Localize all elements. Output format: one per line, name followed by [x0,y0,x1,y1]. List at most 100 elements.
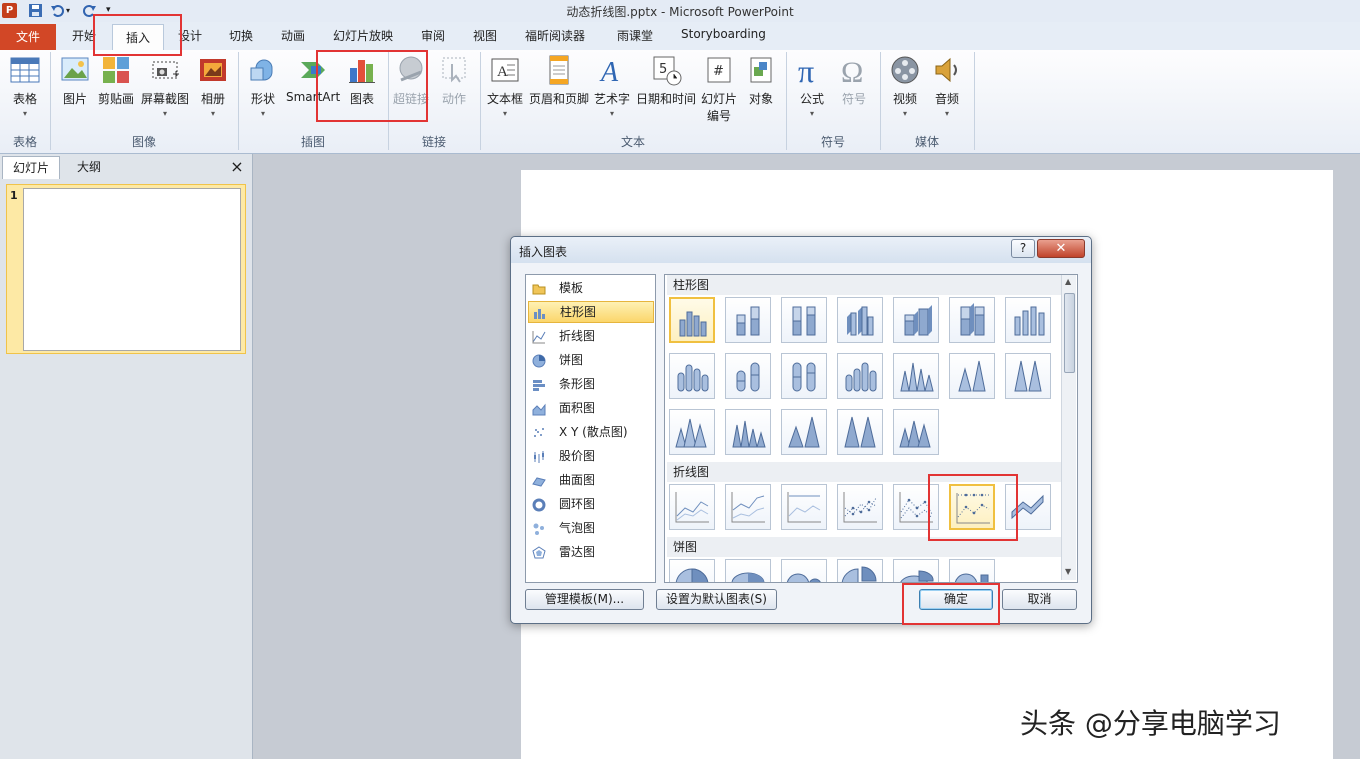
chart-type-line-with-markers[interactable] [837,484,883,530]
category-label: 面积图 [559,401,596,415]
chart-type-stacked-cone[interactable] [949,353,995,399]
category-surface[interactable]: 曲面图 [528,469,652,491]
symbol-button[interactable]: Ω 符号 [838,54,870,107]
textbox-button[interactable]: A 文本框 ▾ [486,54,524,118]
scatter-chart-icon [532,425,546,439]
textbox-label: 文本框 [486,92,523,106]
chart-type-stacked-column[interactable] [725,297,771,343]
chart-type-line[interactable] [669,484,715,530]
section-header-column: 柱形图 [667,275,1061,295]
chart-type-100-stacked-cone[interactable] [1005,353,1051,399]
object-button[interactable]: 对象 [744,54,778,107]
chart-type-100-stacked-column[interactable] [781,297,827,343]
chart-type-clustered-column[interactable] [669,297,715,343]
ribbon-tabs: 文件 开始 插入 设计 切换 动画 幻灯片放映 审阅 视图 福昕阅读器 雨课堂 … [0,22,1360,51]
tab-view[interactable]: 视图 [473,27,497,44]
chart-type-pie[interactable] [669,559,715,582]
chart-type-3d-column[interactable] [1005,297,1051,343]
category-stock[interactable]: 股价图 [528,445,652,467]
chart-type-stacked-pyramid[interactable] [781,409,827,455]
slide-number-button[interactable]: # 幻灯片 编号 [700,54,738,124]
chart-type-3d-exploded-pie[interactable] [893,559,939,582]
category-area[interactable]: 面积图 [528,397,652,419]
video-button[interactable]: 视频 ▾ [888,54,922,118]
tab-outline[interactable]: 大纲 [60,156,118,178]
slide-number-label: 幻灯片 [700,92,737,106]
scroll-up-icon[interactable]: ▲ [1065,277,1071,286]
category-radar[interactable]: 雷达图 [528,541,652,563]
audio-button[interactable]: 音频 ▾ [930,54,964,118]
pi-icon: π [796,53,828,89]
chart-type-100-stacked-cylinder[interactable] [781,353,827,399]
tab-rain-classroom[interactable]: 雨课堂 [617,27,653,44]
tab-animations[interactable]: 动画 [281,27,305,44]
close-panel-icon[interactable]: × [226,156,248,178]
chart-type-100-stacked-pyramid[interactable] [837,409,883,455]
chart-type-3d-pie[interactable] [725,559,771,582]
screenshot-icon [149,54,181,86]
category-label: 模板 [559,281,584,295]
cancel-button[interactable]: 取消 [1002,589,1077,610]
manage-templates-button[interactable]: 管理模板(M)... [525,589,644,610]
picture-button[interactable]: 图片 [58,54,92,107]
slide-number: 1 [10,189,18,202]
chart-type-exploded-pie[interactable] [837,559,883,582]
chart-type-3d-clustered-column[interactable] [837,297,883,343]
equation-button[interactable]: π 公式 ▾ [796,53,828,118]
action-button[interactable]: 动作 [438,54,470,107]
chart-type-3d-pyramid[interactable] [893,409,939,455]
chart-type-stacked-cylinder[interactable] [725,353,771,399]
tab-review[interactable]: 审阅 [421,27,445,44]
tab-file[interactable]: 文件 [0,24,56,50]
svg-text:Ω: Ω [841,56,863,86]
scroll-down-icon[interactable]: ▼ [1065,567,1071,576]
tab-slides[interactable]: 幻灯片 [2,156,60,179]
category-bar[interactable]: 条形图 [528,373,652,395]
shapes-button[interactable]: 形状 ▾ [246,54,280,118]
svg-text:#: # [713,64,724,79]
chevron-down-icon: ▾ [162,109,167,118]
scrollbar-thumb[interactable] [1064,293,1075,373]
chart-type-bar-of-pie[interactable] [949,559,995,582]
header-footer-button[interactable]: 页眉和页脚 [528,54,590,107]
category-line[interactable]: 折线图 [528,325,652,347]
tab-storyboarding[interactable]: Storyboarding [681,27,766,41]
tab-transitions[interactable]: 切换 [229,27,253,44]
category-column[interactable]: 柱形图 [528,301,654,323]
category-pie[interactable]: 饼图 [528,349,652,371]
chart-type-3d-cylinder[interactable] [837,353,883,399]
chart-type-100-stacked-line[interactable] [781,484,827,530]
date-time-button[interactable]: 5 日期和时间 [636,54,696,107]
clipart-button[interactable]: 剪贴画 [96,54,136,107]
wordart-button[interactable]: A 艺术字 ▾ [594,54,630,118]
category-bubble[interactable]: 气泡图 [528,517,652,539]
group-label-media: 媒体 [914,135,939,149]
chart-type-3d-cone[interactable] [669,409,715,455]
header-footer-icon [543,54,575,86]
category-scatter[interactable]: X Y (散点图) [528,421,652,443]
dialog-close-button[interactable]: ✕ [1037,239,1085,258]
slide-thumbnail[interactable]: 1 [6,184,246,354]
category-templates[interactable]: 模板 [528,277,652,299]
set-default-chart-button[interactable]: 设置为默认图表(S) [656,589,777,610]
gallery-scrollbar[interactable]: ▲ ▼ [1061,275,1076,580]
chart-type-3d-100-stacked-column[interactable] [949,297,995,343]
chart-type-clustered-pyramid[interactable] [725,409,771,455]
tab-slideshow[interactable]: 幻灯片放映 [333,27,393,44]
category-doughnut[interactable]: 圆环图 [528,493,652,515]
help-button[interactable]: ? [1011,239,1035,258]
photo-album-button[interactable]: 相册 ▾ [196,54,230,118]
chart-type-clustered-cone[interactable] [893,353,939,399]
clipart-label: 剪贴画 [97,92,134,106]
speaker-icon [931,54,963,86]
chart-type-clustered-cylinder[interactable] [669,353,715,399]
chart-type-3d-stacked-column[interactable] [893,297,939,343]
tab-foxit[interactable]: 福昕阅读器 [525,27,585,44]
screenshot-button[interactable]: 屏幕截图 ▾ [140,54,190,118]
chart-type-pie-of-pie[interactable] [781,559,827,582]
chart-type-stacked-line[interactable] [725,484,771,530]
object-icon [745,54,777,86]
chevron-down-icon: ▾ [210,109,215,118]
table-button[interactable]: 表格 ▾ [6,54,44,118]
film-reel-icon [889,54,921,86]
